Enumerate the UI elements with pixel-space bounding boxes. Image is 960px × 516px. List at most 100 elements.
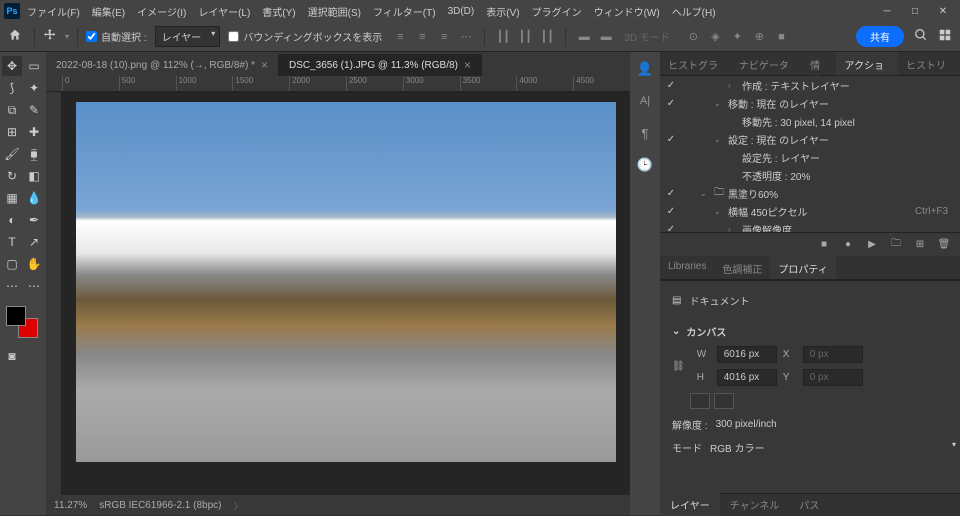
width-field[interactable] [717, 346, 777, 363]
tab-paths[interactable]: パス [789, 493, 829, 516]
action-row[interactable]: ✓⌄移動 : 現在 のレイヤー [660, 94, 960, 112]
eyedropper-tool[interactable]: ✎ [24, 100, 44, 120]
search-icon[interactable] [914, 28, 928, 45]
panel-icon[interactable]: ¶ [634, 122, 656, 144]
distribute-h-icon[interactable]: ▬ [574, 27, 594, 47]
wand-tool[interactable]: ✦ [24, 78, 44, 98]
menu-select[interactable]: 選択範囲(S) [303, 2, 366, 21]
tab-histogram[interactable]: ヒストグラム [660, 52, 731, 75]
align-right-icon[interactable]: ≡ [434, 27, 454, 47]
action-row[interactable]: 設定先 : レイヤー [660, 148, 960, 166]
distribute-v-icon[interactable]: ▬ [596, 27, 616, 47]
tab-properties[interactable]: プロパティ [770, 256, 835, 279]
document-tab[interactable]: DSC_3656 (1).JPG @ 11.3% (RGB/8)× [279, 54, 482, 76]
history-panel-icon[interactable]: 🕒 [634, 154, 656, 176]
menu-layer[interactable]: レイヤー(L) [193, 2, 255, 21]
close-icon[interactable]: × [261, 58, 268, 72]
tab-adjustments[interactable]: 色調補正 [714, 256, 770, 279]
move-tool[interactable]: ✥ [2, 56, 22, 76]
close-button[interactable]: ✕ [930, 2, 956, 20]
folder-icon[interactable]: 🗀 [888, 237, 904, 253]
gradient-tool[interactable]: ▦ [2, 188, 22, 208]
brush-tool[interactable]: 🖌 [2, 144, 22, 164]
link-icon[interactable]: ⛓ [672, 361, 685, 372]
stop-icon[interactable]: ■ [816, 237, 832, 253]
panel-icon[interactable]: A| [634, 90, 656, 112]
auto-select-checkbox[interactable]: 自動選択 : [86, 29, 147, 44]
share-button[interactable]: 共有 [856, 26, 904, 47]
tab-history[interactable]: ヒストリー [898, 52, 960, 75]
document-image[interactable] [76, 102, 616, 462]
edit-toolbar[interactable]: ⋯ [24, 276, 44, 296]
action-row[interactable]: 移動先 : 30 pixel, 14 pixel [660, 112, 960, 130]
action-row[interactable]: ✓›画像解像度 [660, 220, 960, 232]
quick-mask-tool[interactable]: ◙ [2, 346, 22, 366]
panel-icon[interactable]: 👤 [634, 58, 656, 80]
eraser-tool[interactable]: ◧ [24, 166, 44, 186]
show-bounds-checkbox[interactable]: バウンディングボックスを表示 [228, 29, 382, 44]
color-profile[interactable]: sRGB IEC61966-2.1 (8bpc) [99, 500, 221, 511]
tab-channels[interactable]: チャンネル [720, 493, 790, 516]
tab-layers[interactable]: レイヤー [660, 493, 720, 516]
mode-select[interactable]: RGB カラー▾ [710, 440, 820, 455]
menu-filter[interactable]: フィルター(T) [368, 2, 441, 21]
zoom-tool[interactable]: ⋯ [2, 276, 22, 296]
record-icon[interactable]: ● [840, 237, 856, 253]
stamp-tool[interactable]: ⧯ [24, 144, 44, 164]
portrait-button[interactable] [690, 393, 710, 409]
zoom-level[interactable]: 11.27% [54, 500, 87, 511]
dodge-tool[interactable]: ◐ [2, 210, 22, 230]
canvas[interactable] [62, 92, 630, 495]
type-tool[interactable]: T [2, 232, 22, 252]
play-icon[interactable]: ▶ [864, 237, 880, 253]
action-row[interactable]: ✓⌄🗀黒塗り60% [660, 184, 960, 202]
ruler-horizontal[interactable]: 050010001500200025003000350040004500 [46, 76, 630, 92]
canvas-section[interactable]: ⌄カンバス [672, 320, 948, 343]
pen-tool[interactable]: ✒ [24, 210, 44, 230]
tab-actions[interactable]: アクション [836, 52, 898, 75]
menu-window[interactable]: ウィンドウ(W) [589, 2, 665, 21]
menu-edit[interactable]: 編集(E) [87, 2, 130, 21]
tab-info[interactable]: 情報 [802, 52, 836, 75]
document-tab[interactable]: 2022-08-18 (10).png @ 112% (→, RGB/8#) *… [46, 54, 279, 76]
tab-libraries[interactable]: Libraries [660, 256, 714, 279]
more-icon[interactable]: ⋯ [456, 27, 476, 47]
action-row[interactable]: ✓⌄設定 : 現在 のレイヤー [660, 130, 960, 148]
menu-image[interactable]: イメージ(I) [132, 2, 191, 21]
color-swatches[interactable] [6, 306, 38, 338]
distribute-icon[interactable]: ┃┃ [537, 27, 557, 47]
menu-plugin[interactable]: プラグイン [527, 2, 587, 21]
maximize-button[interactable]: □ [902, 2, 928, 20]
path-tool[interactable]: ↗ [24, 232, 44, 252]
auto-select-target[interactable]: レイヤー ▾ [155, 26, 221, 47]
history-brush-tool[interactable]: ↻ [2, 166, 22, 186]
action-row[interactable]: ✓⌄横幅 450ピクセルCtrl+F3 [660, 202, 960, 220]
distribute-icon[interactable]: ┃┃ [493, 27, 513, 47]
crop-tool[interactable]: ⧉ [2, 100, 22, 120]
hand-tool[interactable]: ✋ [24, 254, 44, 274]
menu-help[interactable]: ヘルプ(H) [667, 2, 721, 21]
blur-tool[interactable]: 💧 [24, 188, 44, 208]
menu-file[interactable]: ファイル(F) [22, 2, 85, 21]
trash-icon[interactable]: 🗑 [936, 237, 952, 253]
marquee-tool[interactable]: ▭ [24, 56, 44, 76]
tab-navigator[interactable]: ナビゲーター [731, 52, 802, 75]
height-field[interactable] [717, 369, 777, 386]
home-icon[interactable] [8, 28, 26, 46]
menu-type[interactable]: 書式(Y) [257, 2, 300, 21]
menu-view[interactable]: 表示(V) [481, 2, 524, 21]
shape-tool[interactable]: ▢ [2, 254, 22, 274]
close-icon[interactable]: × [464, 58, 471, 72]
menu-3d[interactable]: 3D(D) [443, 4, 480, 19]
foreground-color[interactable] [6, 306, 26, 326]
action-row[interactable]: 不透明度 : 20% [660, 166, 960, 184]
landscape-button[interactable] [714, 393, 734, 409]
heal-tool[interactable]: ✚ [24, 122, 44, 142]
minimize-button[interactable]: ─ [874, 2, 900, 20]
new-icon[interactable]: ⊞ [912, 237, 928, 253]
align-left-icon[interactable]: ≡ [390, 27, 410, 47]
align-center-icon[interactable]: ≡ [412, 27, 432, 47]
frame-tool[interactable]: ⊞ [2, 122, 22, 142]
ruler-vertical[interactable] [46, 92, 62, 495]
workspace-icon[interactable] [938, 28, 952, 45]
